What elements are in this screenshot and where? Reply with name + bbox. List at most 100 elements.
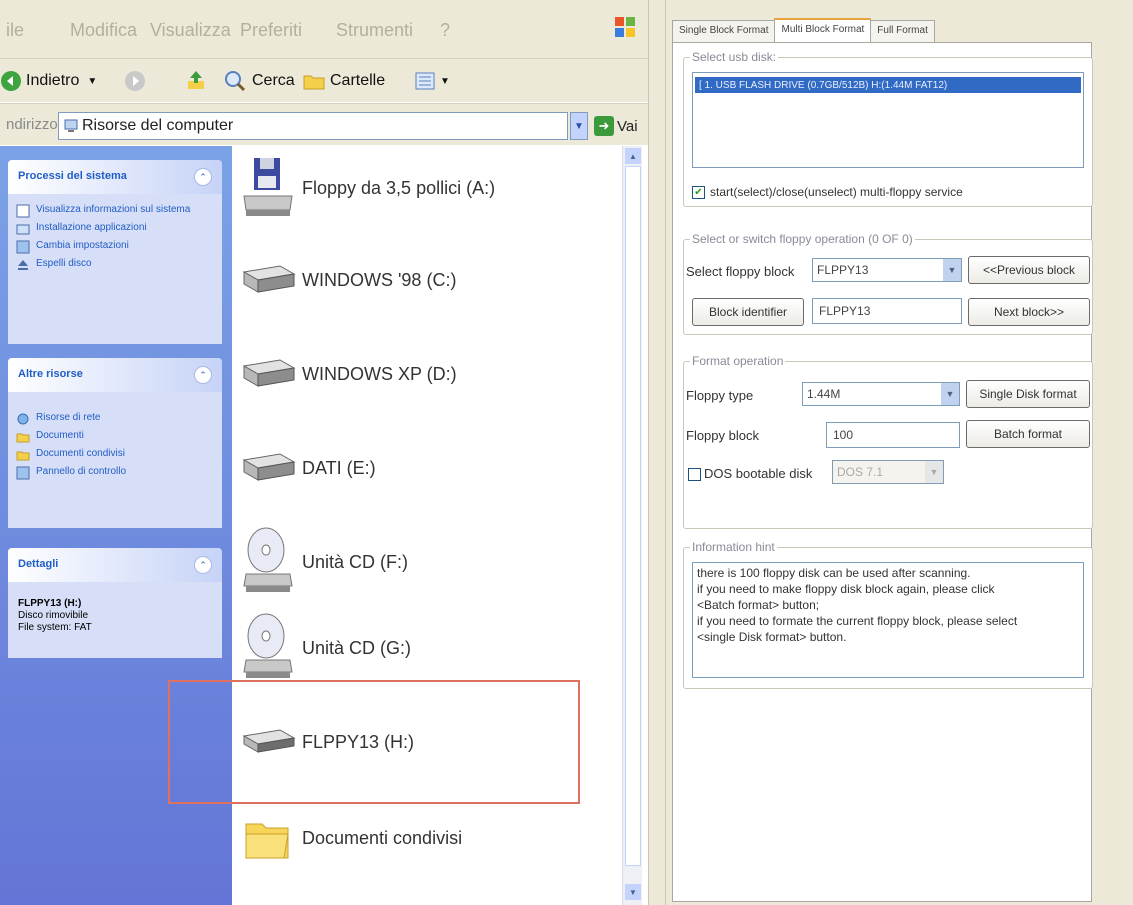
detail-filesystem: File system: FAT: [18, 622, 92, 633]
hint-line: <single Disk format> button.: [697, 630, 847, 644]
search-icon: [225, 71, 246, 92]
detail-name: FLPPY13 (H:): [18, 598, 82, 609]
system-tasks-panel: Processi del sistema ⌃ Visualizza inform…: [8, 160, 222, 344]
floppy-type-select[interactable]: 1.44M ▼: [802, 382, 960, 406]
usb-disk-item[interactable]: [ 1. USB FLASH DRIVE (0.7GB/512B) H:(1.4…: [695, 77, 1081, 93]
detail-type: Disco rimovibile: [18, 610, 89, 621]
scroll-down-icon[interactable]: ▼: [625, 884, 641, 900]
task-system-info[interactable]: Visualizza informazioni sul sistema: [8, 202, 222, 220]
link-control-panel[interactable]: Pannello di controllo: [8, 464, 222, 482]
batch-format-button[interactable]: Batch format: [966, 420, 1090, 448]
address-dropdown-icon[interactable]: ▼: [570, 112, 588, 140]
folder-label: Documenti condivisi: [302, 827, 463, 848]
panel-header[interactable]: Dettagli ⌃: [8, 548, 222, 582]
cd-drive-icon: [243, 527, 293, 592]
block-identifier-field[interactable]: FLPPY13: [812, 298, 962, 324]
link-label: Pannello di controllo: [36, 466, 127, 477]
information-hint-group: Information hint there is 100 floppy dis…: [683, 540, 1093, 689]
floppy-block-count-field[interactable]: 100: [826, 422, 960, 448]
back-button[interactable]: Indietro ▼: [0, 67, 97, 95]
menu-view[interactable]: Visualizza: [150, 20, 231, 41]
up-arrow-icon: [188, 71, 204, 89]
dos-bootable-checkbox[interactable]: [688, 468, 701, 481]
search-button[interactable]: Cerca: [222, 67, 295, 95]
tab-multi-block-format[interactable]: Multi Block Format: [774, 18, 872, 42]
network-icon: [17, 413, 29, 425]
group-title: Select or switch floppy operation (0 OF …: [690, 232, 915, 246]
drive-label: Unità CD (G:): [302, 637, 412, 658]
menu-edit[interactable]: Modifica: [70, 20, 137, 41]
multi-floppy-checkbox[interactable]: ✔: [692, 186, 705, 199]
drive-item-a[interactable]: Floppy da 3,5 pollici (A:): [240, 156, 495, 220]
task-eject[interactable]: Espelli disco: [8, 256, 222, 274]
previous-block-button[interactable]: <<Previous block: [968, 256, 1090, 284]
drive-label: WINDOWS '98 (C:): [302, 269, 457, 290]
views-button[interactable]: ▼: [414, 67, 450, 95]
chevron-down-icon[interactable]: ▼: [941, 383, 959, 405]
address-input[interactable]: Risorse del computer: [58, 112, 568, 140]
floppy-type-label: Floppy type: [686, 388, 754, 403]
collapse-icon[interactable]: ⌃: [194, 366, 212, 384]
tab-single-block-format[interactable]: Single Block Format: [672, 20, 776, 42]
panel-title: Processi del sistema: [18, 170, 127, 182]
collapse-icon[interactable]: ⌃: [194, 556, 212, 574]
hint-line: if you need to formate the current flopp…: [697, 614, 1018, 628]
link-label: Risorse di rete: [36, 412, 101, 423]
dos-bootable-label: DOS bootable disk: [704, 466, 813, 481]
panel-header[interactable]: Altre risorse ⌃: [8, 358, 222, 392]
scroll-up-icon[interactable]: ▲: [625, 148, 641, 164]
task-label: Cambia impostazioni: [36, 240, 129, 251]
collapse-icon[interactable]: ⌃: [194, 168, 212, 186]
format-tool-window: Single Block Format Multi Block Format F…: [666, 0, 1133, 905]
control-panel-icon: [16, 466, 30, 480]
panel-header[interactable]: Processi del sistema ⌃: [8, 160, 222, 194]
views-dropdown-icon[interactable]: ▼: [440, 76, 450, 87]
link-documents[interactable]: Documenti: [8, 428, 222, 446]
block-identifier-button[interactable]: Block identifier: [692, 298, 804, 326]
back-dropdown-icon[interactable]: ▼: [87, 76, 97, 87]
windows-logo-icon: [615, 17, 635, 37]
address-value: Risorse del computer: [82, 117, 234, 134]
drive-item-g[interactable]: Unità CD (G:): [240, 610, 411, 686]
menu-help[interactable]: ?: [440, 20, 450, 41]
link-shared-documents[interactable]: Documenti condivisi: [8, 446, 222, 464]
chevron-down-icon[interactable]: ▼: [943, 259, 961, 281]
views-icon: [415, 72, 435, 90]
drive-item-c[interactable]: WINDOWS '98 (C:): [240, 258, 456, 302]
single-disk-format-button[interactable]: Single Disk format: [966, 380, 1090, 408]
folders-button[interactable]: Cartelle: [302, 67, 385, 95]
vertical-scrollbar[interactable]: ▲ ▼: [622, 146, 642, 905]
chevron-down-icon[interactable]: ▼: [925, 461, 943, 483]
multi-floppy-label: start(select)/close(unselect) multi-flop…: [710, 185, 963, 199]
dos-version-select[interactable]: DOS 7.1 ▼: [832, 460, 944, 484]
floppy-drive-icon: [243, 158, 293, 216]
hard-drive-icon: [242, 359, 296, 387]
cd-drive-icon: [243, 613, 293, 678]
usb-disk-list[interactable]: [ 1. USB FLASH DRIVE (0.7GB/512B) H:(1.4…: [692, 72, 1084, 168]
task-settings[interactable]: Cambia impostazioni: [8, 238, 222, 256]
floppy-block-select[interactable]: FLPPY13 ▼: [812, 258, 962, 282]
up-folder-button[interactable]: [184, 67, 212, 95]
go-button[interactable]: ➜ Vai: [594, 114, 638, 138]
forward-button[interactable]: [124, 67, 150, 95]
link-network[interactable]: Risorse di rete: [8, 410, 222, 428]
explorer-window: ile Modifica Visualizza Preferiti Strume…: [0, 0, 648, 905]
format-operation-group: Format operation Floppy type 1.44M ▼ Sin…: [683, 354, 1093, 529]
tab-strip: Single Block Format Multi Block Format F…: [672, 18, 935, 42]
drive-item-d[interactable]: WINDOWS XP (D:): [240, 352, 457, 396]
scroll-thumb[interactable]: [625, 166, 641, 866]
folder-item-shared[interactable]: Documenti condivisi: [240, 810, 462, 866]
panel-title: Dettagli: [18, 558, 59, 570]
menu-file[interactable]: ile: [6, 20, 24, 41]
tab-full-format[interactable]: Full Format: [870, 20, 935, 42]
task-label: Installazione applicazioni: [36, 222, 147, 233]
other-places-panel: Altre risorse ⌃ Risorse di rete Document…: [8, 358, 222, 528]
drive-item-f[interactable]: Unità CD (F:): [240, 524, 408, 600]
menu-favorites[interactable]: Preferiti: [240, 20, 302, 41]
select-floppy-label: Select floppy block: [686, 264, 795, 279]
menu-tools[interactable]: Strumenti: [336, 20, 413, 41]
drive-item-e[interactable]: DATI (E:): [240, 446, 376, 490]
task-add-remove[interactable]: Installazione applicazioni: [8, 220, 222, 238]
next-block-button[interactable]: Next block>>: [968, 298, 1090, 326]
toolbar: Indietro ▼ Cerca Cartelle ▼: [0, 58, 648, 102]
